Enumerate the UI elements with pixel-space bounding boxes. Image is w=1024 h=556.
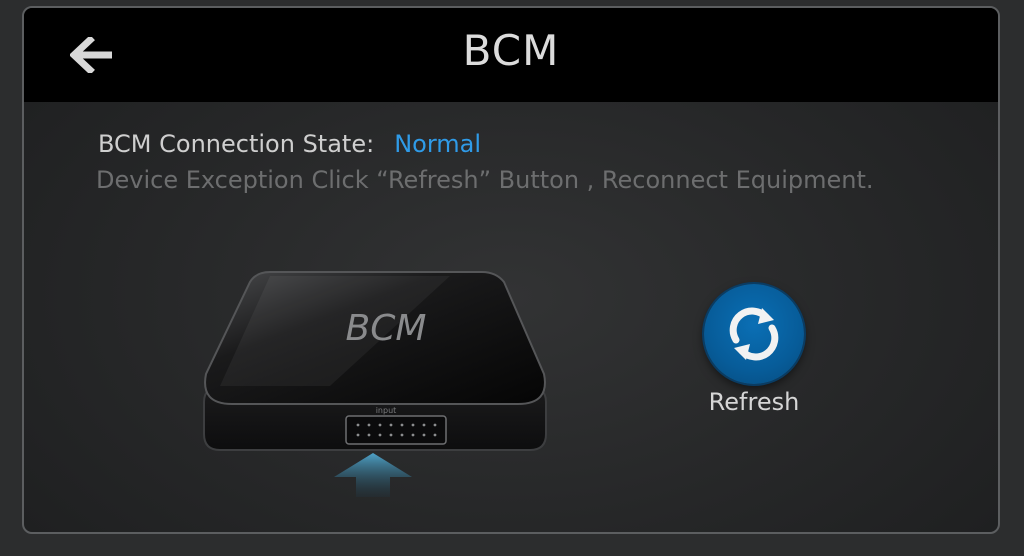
refresh-icon (729, 307, 779, 361)
page-title: BCM (462, 26, 560, 75)
connection-state-value: Normal (394, 130, 482, 158)
device-logo: BCM (346, 308, 427, 349)
port-label: input (376, 406, 397, 415)
refresh-button[interactable] (704, 284, 804, 384)
main-panel: BCM BCM Connection State: Normal Device E… (22, 6, 1000, 534)
refresh-label[interactable]: Refresh (684, 388, 824, 416)
hint-text: Device Exception Click “Refresh” Button … (96, 166, 874, 194)
input-arrow-icon (334, 453, 412, 497)
connection-state: BCM Connection State: Normal (98, 130, 481, 158)
bcm-device-illustration: BCM input (203, 271, 547, 451)
connection-state-label: BCM Connection State: (98, 130, 375, 158)
header-bar: BCM (24, 8, 998, 102)
